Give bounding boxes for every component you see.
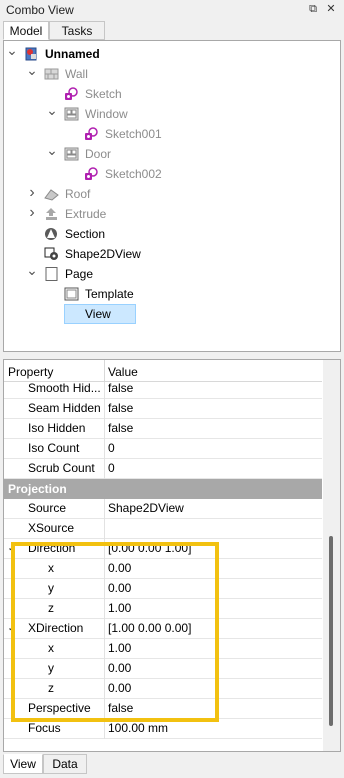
tree-item[interactable]: Sketch001 <box>4 124 334 144</box>
tree-item[interactable]: ⌄ Wall <box>4 63 334 84</box>
tab-view[interactable]: View <box>3 754 43 774</box>
tree-item[interactable]: Shape2DView <box>4 244 334 264</box>
property-row[interactable]: Seam Hidden false <box>4 399 322 419</box>
value-column-header[interactable]: Value <box>108 365 138 379</box>
property-value[interactable]: Shape2DView <box>108 499 184 518</box>
property-row[interactable]: Smooth Hid... false <box>4 379 322 399</box>
scrollbar-thumb[interactable] <box>329 536 333 726</box>
tree-item-label: Roof <box>65 187 91 201</box>
property-row[interactable]: Focus 100.00 mm <box>4 719 322 739</box>
sketch-icon <box>84 127 99 141</box>
window-title: Combo View <box>6 3 74 17</box>
tree-item[interactable]: Section <box>4 224 334 244</box>
window-icon <box>64 147 79 161</box>
property-group-projection[interactable]: Projection <box>4 479 322 499</box>
property-row[interactable]: Iso Hidden false <box>4 419 322 439</box>
highlight-box <box>11 542 219 722</box>
template-icon <box>64 287 79 301</box>
tree-item-label: Section <box>65 227 106 241</box>
page-icon <box>44 267 59 281</box>
chevron-down-icon[interactable]: ⌄ <box>26 263 38 284</box>
tree-item-label: Sketch001 <box>105 127 162 141</box>
tree-item[interactable]: ⌄ Window <box>4 103 334 124</box>
shape2dview-icon <box>44 247 59 261</box>
property-value[interactable]: 0 <box>108 459 115 478</box>
tree-item-label: Door <box>85 147 112 161</box>
tree-item-label: Unnamed <box>45 47 100 61</box>
property-scrollbar[interactable] <box>323 360 340 751</box>
tree-item[interactable]: View <box>4 304 334 324</box>
tree-item-label: View <box>64 304 136 324</box>
wall-icon <box>44 67 59 81</box>
float-icon[interactable]: ⧉ <box>306 2 320 16</box>
title-bar: Combo View ⧉ ✕ <box>0 0 344 20</box>
tree-item-label: Page <box>65 267 94 281</box>
tree-item[interactable]: ⌄ Page <box>4 263 334 284</box>
tree-item-label: Window <box>85 107 128 121</box>
tree-item-label: Sketch <box>85 87 122 101</box>
property-row[interactable]: Iso Count 0 <box>4 439 322 459</box>
tree-item[interactable]: ⌄ Door <box>4 143 334 164</box>
tab-model[interactable]: Model <box>3 21 49 40</box>
model-tree: ⌄ Unnamed ⌄ Wall Sketch ⌄ Window Sketch001 ⌄ Door… <box>3 40 341 352</box>
close-icon[interactable]: ✕ <box>324 2 338 16</box>
chevron-down-icon[interactable]: ⌄ <box>46 143 58 164</box>
tree-item-label: Extrude <box>65 207 107 221</box>
property-name: Scrub Count <box>28 461 95 475</box>
property-name: Iso Count <box>28 441 80 455</box>
tree-item-label: Template <box>85 287 134 301</box>
tree-item[interactable]: Sketch002 <box>4 164 334 184</box>
property-row[interactable]: Source Shape2DView <box>4 499 322 519</box>
section-icon <box>44 227 59 241</box>
tab-data[interactable]: Data <box>43 754 87 774</box>
document-icon <box>24 47 39 61</box>
tab-tasks[interactable]: Tasks <box>49 21 105 40</box>
window-icon <box>64 107 79 121</box>
property-name: Source <box>28 501 67 515</box>
tree-item[interactable]: › Extrude <box>4 204 334 224</box>
sketch-icon <box>84 167 99 181</box>
sketch-icon <box>64 87 79 101</box>
tree-item[interactable]: › Roof <box>4 184 334 204</box>
tree-item-label: Wall <box>65 67 88 81</box>
property-name: Seam Hidden <box>28 401 101 415</box>
property-header: Property Value <box>4 360 322 382</box>
property-column-header[interactable]: Property <box>8 365 53 379</box>
tree-item-label: Sketch002 <box>105 167 162 181</box>
property-name: XSource <box>28 521 75 535</box>
chevron-right-icon[interactable]: › <box>26 184 38 204</box>
roof-icon <box>44 187 59 201</box>
chevron-down-icon[interactable]: ⌄ <box>6 43 18 64</box>
property-value[interactable]: 0 <box>108 439 115 458</box>
chevron-right-icon[interactable]: › <box>26 204 38 224</box>
chevron-down-icon[interactable]: ⌄ <box>46 103 58 124</box>
tree-item-label: Shape2DView <box>65 247 141 261</box>
property-value[interactable]: false <box>108 399 133 418</box>
tree-item[interactable]: Sketch <box>4 84 334 104</box>
property-name: Iso Hidden <box>28 421 86 435</box>
extrude-icon <box>44 207 59 221</box>
property-value[interactable]: false <box>108 419 133 438</box>
chevron-down-icon[interactable]: ⌄ <box>26 63 38 84</box>
property-row[interactable]: Scrub Count 0 <box>4 459 322 479</box>
tree-item[interactable]: Template <box>4 284 334 304</box>
property-row[interactable]: XSource <box>4 519 322 539</box>
tree-item[interactable]: ⌄ Unnamed <box>4 43 334 64</box>
